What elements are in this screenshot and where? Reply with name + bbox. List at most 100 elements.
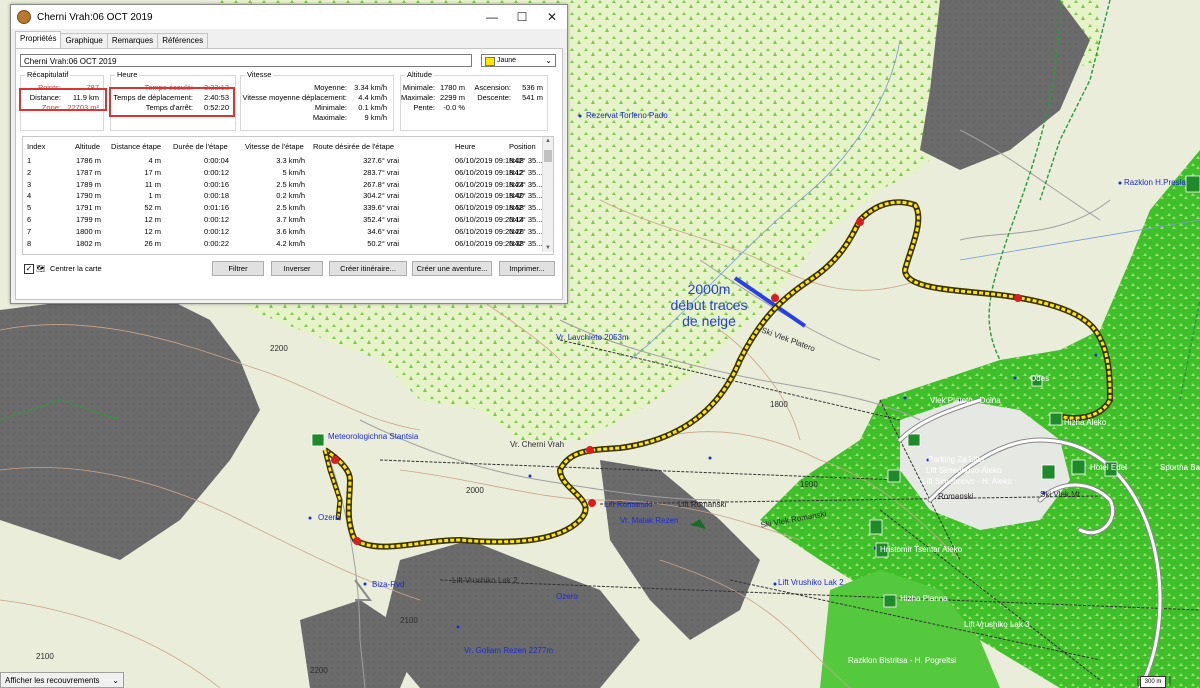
map-label: Ozero bbox=[318, 513, 340, 522]
tab-remarks[interactable]: Remarques bbox=[106, 33, 159, 49]
table-cell: 3.6 km/h bbox=[276, 226, 305, 236]
avg-speed-value: 3.34 km/h bbox=[354, 83, 387, 92]
tab-references[interactable]: Références bbox=[157, 33, 209, 49]
group-title: Récapitulatif bbox=[25, 70, 71, 79]
create-adventure-button[interactable]: Créer une aventure... bbox=[412, 261, 492, 276]
ascent-label: Ascension: bbox=[474, 83, 511, 92]
table-cell: 267.8° vrai bbox=[363, 179, 399, 189]
contour-label: 2100 bbox=[36, 652, 54, 661]
map-icon: 🗺 bbox=[36, 264, 46, 273]
table-cell: 5 km/h bbox=[282, 167, 305, 177]
table-cell: 4 m bbox=[148, 156, 161, 165]
column-header[interactable]: Durée de l'étape bbox=[173, 142, 228, 151]
map-label: Parking Za Lifta bbox=[928, 455, 985, 464]
color-select[interactable]: Jaune ⌄ bbox=[481, 54, 556, 67]
slope-label: Pente: bbox=[413, 103, 435, 112]
column-header[interactable]: Position bbox=[509, 142, 536, 151]
table-cell: 06/10/2019 09:18:08 bbox=[455, 156, 524, 165]
contour-label: 1800 bbox=[770, 400, 788, 409]
tab-graph[interactable]: Graphique bbox=[60, 33, 108, 49]
table-cell: 5 bbox=[27, 203, 32, 213]
table-cell: 0:00:12 bbox=[203, 226, 229, 236]
invert-button[interactable]: Inverser bbox=[271, 261, 323, 276]
snow-annotation: 2000m début traces de neige bbox=[664, 281, 754, 329]
points-table[interactable]: Index Altitude Distance étape Durée de l… bbox=[22, 136, 554, 255]
table-cell: 34.6° vrai bbox=[367, 226, 399, 236]
table-cell: 1800 m bbox=[75, 226, 101, 236]
table-cell: 8 bbox=[27, 238, 32, 248]
map-label: Meteorologichna Stantsia bbox=[328, 432, 419, 441]
descent-label: Descente: bbox=[477, 93, 511, 102]
map-label: Hizha Aleko bbox=[1064, 418, 1107, 427]
highlight-times bbox=[109, 87, 235, 117]
table-cell: 352.4° vrai bbox=[363, 215, 399, 224]
table-cell: 06/10/2019 09:18:24 bbox=[455, 179, 524, 189]
table-cell: 1790 m bbox=[75, 191, 101, 201]
alt-max-label: Maximale: bbox=[401, 93, 436, 102]
overlay-dropdown[interactable]: Afficher les recouvrements ⌄ bbox=[0, 672, 124, 688]
create-route-button[interactable]: Créer itinéraire... bbox=[329, 261, 407, 276]
map-label: Vr. Malak Rezen bbox=[620, 516, 679, 525]
map-label: Vr. Goliam Rezen 2277m bbox=[464, 646, 554, 655]
table-cell: 06/10/2019 09:20:26 bbox=[455, 226, 524, 236]
table-scrollbar[interactable]: ▲ ▼ bbox=[542, 137, 553, 252]
table-cell: 6 bbox=[27, 215, 32, 224]
table-cell: 304.2° vrai bbox=[363, 191, 399, 201]
scroll-up-icon[interactable]: ▲ bbox=[543, 138, 553, 144]
map-label: Lift Vrushiko Lak 2 bbox=[452, 576, 518, 585]
map-label: Hotel Edel bbox=[1090, 463, 1127, 472]
table-cell: 1 m bbox=[148, 191, 161, 201]
map-label: Lift Romanski bbox=[604, 500, 653, 509]
table-cell: 50.2° vrai bbox=[367, 238, 399, 248]
track-name-input[interactable]: Cherni Vrah:06 OCT 2019 bbox=[20, 54, 472, 67]
column-header[interactable]: Vitesse de l'étape bbox=[245, 142, 304, 151]
table-cell: 1787 m bbox=[75, 167, 101, 177]
table-cell: 283.7° vrai bbox=[363, 167, 399, 177]
map-label: Rezervat Torfeno Pado bbox=[586, 111, 668, 120]
table-cell: 12 m bbox=[144, 215, 161, 224]
table-cell: 06/10/2019 09:18:40 bbox=[455, 191, 524, 201]
center-map-checkbox[interactable]: ✓ bbox=[24, 264, 34, 274]
highlight-distance bbox=[19, 88, 107, 111]
minimize-button[interactable]: — bbox=[477, 5, 507, 29]
column-header[interactable]: Distance étape bbox=[111, 142, 161, 151]
close-button[interactable]: ✕ bbox=[537, 5, 567, 29]
contour-label: 1900 bbox=[800, 480, 818, 489]
table-cell: 2 bbox=[27, 167, 32, 177]
filter-button[interactable]: Filtrer bbox=[212, 261, 264, 276]
table-cell: 06/10/2019 09:18:58 bbox=[455, 203, 524, 213]
scale-indicator: 300 m bbox=[1140, 676, 1166, 688]
avg-moving-speed-label: Vitesse moyenne déplacement: bbox=[242, 93, 347, 102]
title-bar[interactable]: Cherni Vrah:06 OCT 2019 — ☐ ✕ bbox=[11, 5, 567, 29]
max-speed-label: Maximale: bbox=[312, 113, 347, 122]
app-icon bbox=[17, 10, 31, 24]
table-cell: 11 m bbox=[144, 179, 161, 189]
scroll-down-icon[interactable]: ▼ bbox=[543, 245, 553, 251]
table-cell: 1 bbox=[27, 156, 32, 165]
alt-min-value: 1780 m bbox=[439, 83, 465, 92]
slope-value: -0.0 % bbox=[443, 103, 465, 112]
group-title: Heure bbox=[115, 70, 140, 79]
table-cell: 26 m bbox=[144, 238, 161, 248]
column-header[interactable]: Index bbox=[27, 142, 45, 151]
column-header[interactable]: Route désirée de l'étape bbox=[313, 142, 394, 151]
maximize-button[interactable]: ☐ bbox=[507, 5, 537, 29]
avg-speed-label: Moyenne: bbox=[314, 83, 347, 92]
chevron-down-icon: ⌄ bbox=[545, 56, 552, 65]
altitude-group: Altitude Minimale: 1780 m Maximale: 2299… bbox=[400, 70, 548, 131]
tab-properties[interactable]: Propriétés bbox=[15, 31, 62, 49]
print-button[interactable]: Imprimer... bbox=[499, 261, 555, 276]
map-label: Ozero bbox=[556, 592, 578, 601]
scroll-thumb[interactable] bbox=[544, 150, 552, 162]
column-header[interactable]: Altitude bbox=[75, 142, 100, 151]
table-cell: 0:00:18 bbox=[203, 191, 229, 201]
track-properties-window: Cherni Vrah:06 OCT 2019 — ☐ ✕ Propriétés… bbox=[10, 4, 568, 304]
column-header[interactable]: Heure bbox=[455, 142, 475, 151]
table-cell: 7 bbox=[27, 226, 32, 236]
ascent-value: 536 m bbox=[522, 83, 543, 92]
window-title: Cherni Vrah:06 OCT 2019 bbox=[37, 11, 153, 23]
map-label: Vlek Plateto - Dolna bbox=[930, 396, 1001, 405]
table-cell: 1802 m bbox=[75, 238, 101, 248]
table-cell: 06/10/2019 09:20:14 bbox=[455, 215, 524, 224]
chevron-down-icon: ⌄ bbox=[112, 676, 119, 685]
